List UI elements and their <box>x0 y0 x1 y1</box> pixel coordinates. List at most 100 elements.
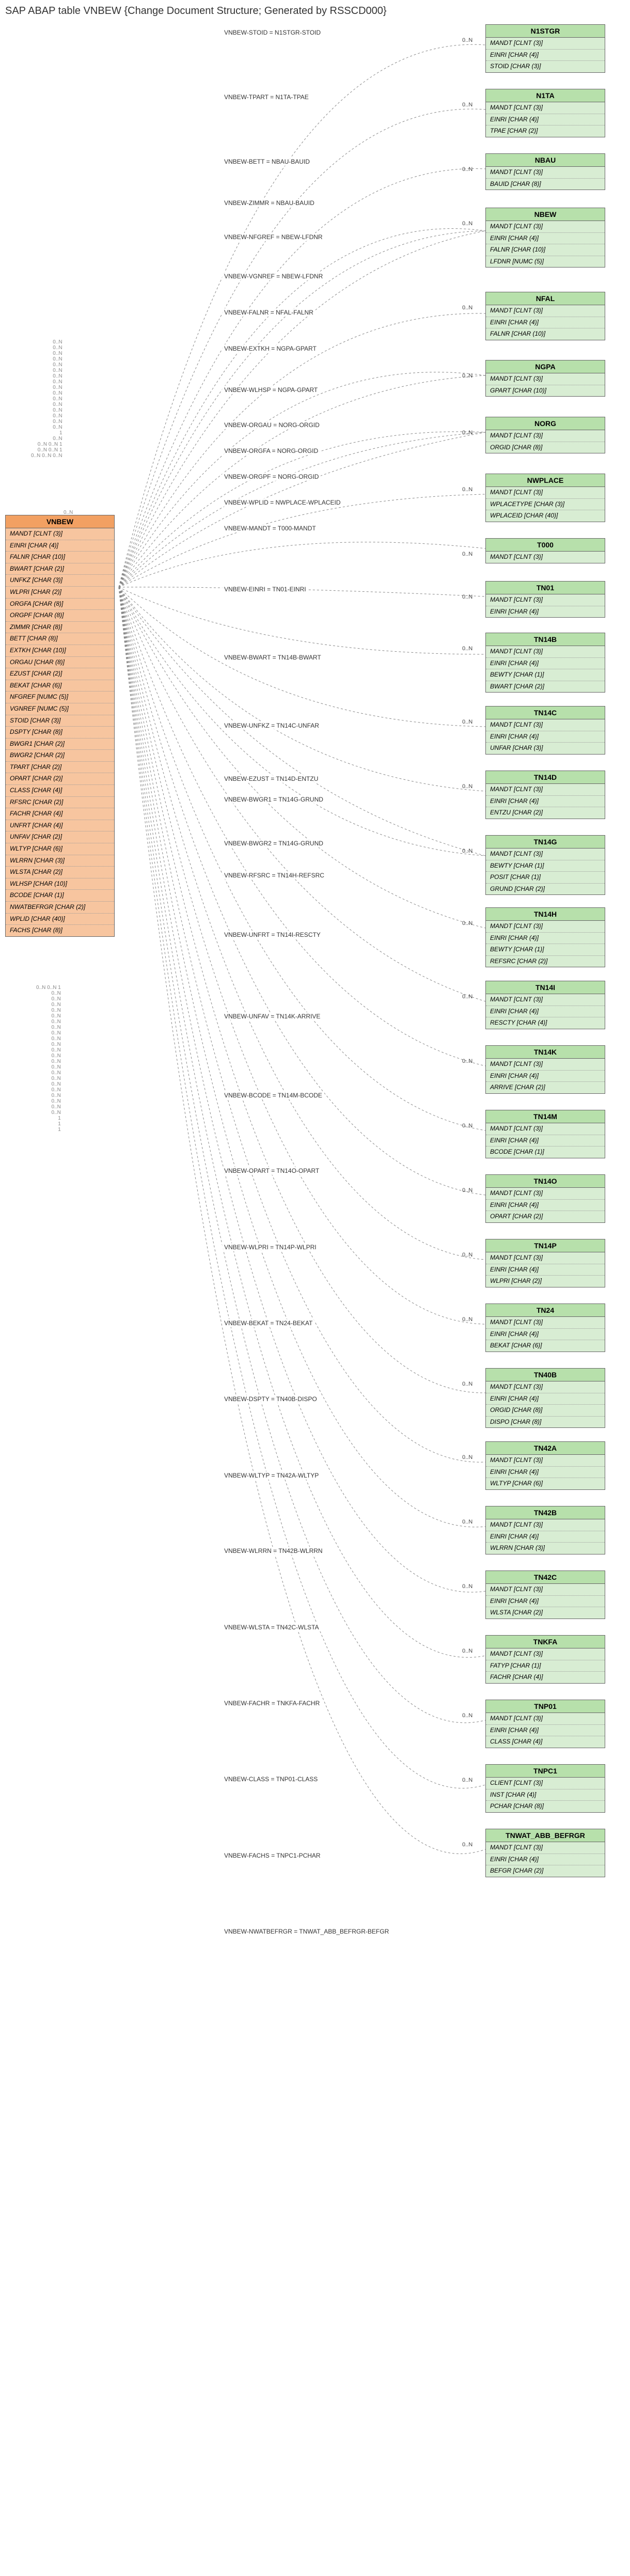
edge-label: VNBEW-VGNREF = NBEW-LFDNR <box>222 272 325 280</box>
entity-header: TN14G <box>486 836 605 849</box>
entity-field-row: ENTZU [CHAR (2)] <box>486 807 605 819</box>
entity-header: N1TA <box>486 89 605 102</box>
entity-field-row: MANDT [CLNT (3)] <box>486 1455 605 1467</box>
entity-nbew[interactable]: NBEWMANDT [CLNT (3)]EINRI [CHAR (4)]FALN… <box>485 208 605 268</box>
edge-label: VNBEW-OPART = TN14O-OPART <box>222 1167 321 1175</box>
entity-field-row: MANDT [CLNT (3)] <box>486 719 605 731</box>
entity-field-row: MANDT [CLNT (3)] <box>486 1713 605 1725</box>
entity-nfal[interactable]: NFALMANDT [CLNT (3)]EINRI [CHAR (4)]FALN… <box>485 292 605 340</box>
entity-field-row: REFSRC [CHAR (2)] <box>486 956 605 967</box>
entity-field-row: FACHR [CHAR (4)] <box>486 1672 605 1683</box>
entity-header: TN14O <box>486 1175 605 1188</box>
entity-field-row: MANDT [CLNT (3)] <box>486 1059 605 1071</box>
edge-label: VNBEW-EINRI = TN01-EINRI <box>222 585 308 593</box>
edge-label: VNBEW-EZUST = TN14D-ENTZU <box>222 775 320 783</box>
entity-tn24[interactable]: TN24MANDT [CLNT (3)]EINRI [CHAR (4)]BEKA… <box>485 1303 605 1352</box>
source-field-row: ORGAU [CHAR (8)] <box>6 657 114 669</box>
cardinality-label: 0..N <box>462 1648 472 1654</box>
entity-nwplace[interactable]: NWPLACEMANDT [CLNT (3)]WPLACETYPE [CHAR … <box>485 474 605 522</box>
entity-field-row: MANDT [CLNT (3)] <box>486 646 605 658</box>
entity-field-row: EINRI [CHAR (4)] <box>486 1264 605 1276</box>
edge-label: VNBEW-FALNR = NFAL-FALNR <box>222 308 316 317</box>
entity-field-row: WLSTA [CHAR (2)] <box>486 1607 605 1619</box>
entity-tn14i[interactable]: TN14IMANDT [CLNT (3)]EINRI [CHAR (4)]RES… <box>485 981 605 1029</box>
entity-field-row: WLPRI [CHAR (2)] <box>486 1276 605 1287</box>
entity-header: TNPC1 <box>486 1765 605 1778</box>
entity-tn14k[interactable]: TN14KMANDT [CLNT (3)]EINRI [CHAR (4)]ARR… <box>485 1045 605 1094</box>
entity-field-row: BEKAT [CHAR (6)] <box>486 1340 605 1352</box>
cardinality-label: 0..N <box>462 1713 472 1719</box>
entity-header: T000 <box>486 539 605 552</box>
edge-label: VNBEW-BCODE = TN14M-BCODE <box>222 1091 324 1099</box>
entity-tnkfa[interactable]: TNKFAMANDT [CLNT (3)]FATYP [CHAR (1)]FAC… <box>485 1635 605 1684</box>
entity-tn14m[interactable]: TN14MMANDT [CLNT (3)]EINRI [CHAR (4)]BCO… <box>485 1110 605 1158</box>
entity-tn14b[interactable]: TN14BMANDT [CLNT (3)]EINRI [CHAR (4)]BEW… <box>485 633 605 693</box>
entity-ngpa[interactable]: NGPAMANDT [CLNT (3)]GPART [CHAR (10)] <box>485 360 605 397</box>
edge-label: VNBEW-WLHSP = NGPA-GPART <box>222 386 320 394</box>
source-field-row: BWGR1 [CHAR (2)] <box>6 739 114 750</box>
entity-field-row: EINRI [CHAR (4)] <box>486 731 605 743</box>
entity-field-row: MANDT [CLNT (3)] <box>486 1584 605 1596</box>
edge-label: VNBEW-WLSTA = TN42C-WLSTA <box>222 1623 321 1631</box>
entity-header: TN14M <box>486 1110 605 1123</box>
entity-tn14o[interactable]: TN14OMANDT [CLNT (3)]EINRI [CHAR (4)]OPA… <box>485 1174 605 1223</box>
entity-field-row: MANDT [CLNT (3)] <box>486 373 605 385</box>
edge-label: VNBEW-STOID = N1STGR-STOID <box>222 28 323 37</box>
cardinality-label: 0..N <box>462 1381 472 1387</box>
entity-field-row: EINRI [CHAR (4)] <box>486 1531 605 1543</box>
source-field-row: BETT [CHAR (8)] <box>6 633 114 645</box>
entity-header: NFAL <box>486 292 605 305</box>
entity-tn01[interactable]: TN01MANDT [CLNT (3)]EINRI [CHAR (4)] <box>485 581 605 618</box>
source-field-row: EINRI [CHAR (4)] <box>6 540 114 552</box>
cardinality-label: 0..N <box>462 102 472 108</box>
entity-header: TN14D <box>486 771 605 784</box>
entity-header: TN14P <box>486 1239 605 1252</box>
entity-n1ta[interactable]: N1TAMANDT [CLNT (3)]EINRI [CHAR (4)]TPAE… <box>485 89 605 137</box>
cardinality-label: 0..N <box>462 221 472 227</box>
source-field-row: RFSRC [CHAR (2)] <box>6 797 114 809</box>
entity-header-vnbew: VNBEW <box>6 515 114 528</box>
entity-tn42b[interactable]: TN42BMANDT [CLNT (3)]EINRI [CHAR (4)]WLR… <box>485 1506 605 1554</box>
entity-field-row: WLTYP [CHAR (6)] <box>486 1478 605 1489</box>
entity-tnpc1[interactable]: TNPC1CLIENT [CLNT (3)]INST [CHAR (4)]PCH… <box>485 1764 605 1813</box>
page-title: SAP ABAP table VNBEW {Change Document St… <box>0 0 630 19</box>
source-field-row: TPART [CHAR (2)] <box>6 762 114 774</box>
entity-field-row: PCHAR [CHAR (8)] <box>486 1801 605 1812</box>
entity-field-row: EINRI [CHAR (4)] <box>486 1467 605 1479</box>
entity-nbau[interactable]: NBAUMANDT [CLNT (3)]BAUID [CHAR (8)] <box>485 153 605 190</box>
edge-label: VNBEW-WLTYP = TN42A-WLTYP <box>222 1471 321 1480</box>
entity-header: TN42A <box>486 1442 605 1455</box>
entity-tn42c[interactable]: TN42CMANDT [CLNT (3)]EINRI [CHAR (4)]WLS… <box>485 1570 605 1619</box>
entity-field-row: WPLACEID [CHAR (40)] <box>486 510 605 522</box>
entity-tnwat[interactable]: TNWAT_ABB_BEFRGRMANDT [CLNT (3)]EINRI [C… <box>485 1829 605 1877</box>
entity-tn42a[interactable]: TN42AMANDT [CLNT (3)]EINRI [CHAR (4)]WLT… <box>485 1441 605 1490</box>
entity-field-row: MANDT [CLNT (3)] <box>486 1252 605 1264</box>
entity-norg[interactable]: NORGMANDT [CLNT (3)]ORGID [CHAR (8)] <box>485 417 605 453</box>
entity-t000[interactable]: T000MANDT [CLNT (3)] <box>485 538 605 563</box>
cardinality-label: 0..N <box>462 1252 472 1258</box>
source-field-row: STOID [CHAR (3)] <box>6 715 114 727</box>
edge-label: VNBEW-BWGR2 = TN14G-GRUND <box>222 839 325 847</box>
cardinality-label: 0..N <box>462 1777 472 1783</box>
entity-field-row: EINRI [CHAR (4)] <box>486 933 605 945</box>
entity-field-row: EINRI [CHAR (4)] <box>486 317 605 329</box>
entity-tn14c[interactable]: TN14CMANDT [CLNT (3)]EINRI [CHAR (4)]UNF… <box>485 706 605 755</box>
entity-tn14p[interactable]: TN14PMANDT [CLNT (3)]EINRI [CHAR (4)]WLP… <box>485 1239 605 1287</box>
entity-n1stgr[interactable]: N1STGRMANDT [CLNT (3)]EINRI [CHAR (4)]ST… <box>485 24 605 73</box>
entity-field-row: WLRRN [CHAR (3)] <box>486 1543 605 1554</box>
entity-field-row: EINRI [CHAR (4)] <box>486 114 605 126</box>
edge-label: VNBEW-FACHS = TNPC1-PCHAR <box>222 1851 323 1860</box>
entity-tnp01[interactable]: TNP01MANDT [CLNT (3)]EINRI [CHAR (4)]CLA… <box>485 1700 605 1748</box>
entity-tn14d[interactable]: TN14DMANDT [CLNT (3)]EINRI [CHAR (4)]ENT… <box>485 771 605 819</box>
entity-header: TNP01 <box>486 1700 605 1713</box>
entity-tn40b[interactable]: TN40BMANDT [CLNT (3)]EINRI [CHAR (4)]ORG… <box>485 1368 605 1428</box>
entity-vnbew[interactable]: VNBEW MANDT [CLNT (3)]EINRI [CHAR (4)]FA… <box>5 515 115 937</box>
entity-field-row: EINRI [CHAR (4)] <box>486 1725 605 1737</box>
edge-label: VNBEW-ORGFA = NORG-ORGID <box>222 447 320 455</box>
entity-tn14g[interactable]: TN14GMANDT [CLNT (3)]BEWTY [CHAR (1)]POS… <box>485 835 605 895</box>
cardinality-label: 0..N <box>462 1519 472 1525</box>
entity-tn14h[interactable]: TN14HMANDT [CLNT (3)]EINRI [CHAR (4)]BEW… <box>485 907 605 967</box>
entity-field-row: GPART [CHAR (10)] <box>486 385 605 397</box>
entity-field-row: BCODE [CHAR (1)] <box>486 1146 605 1158</box>
entity-header: TN24 <box>486 1304 605 1317</box>
